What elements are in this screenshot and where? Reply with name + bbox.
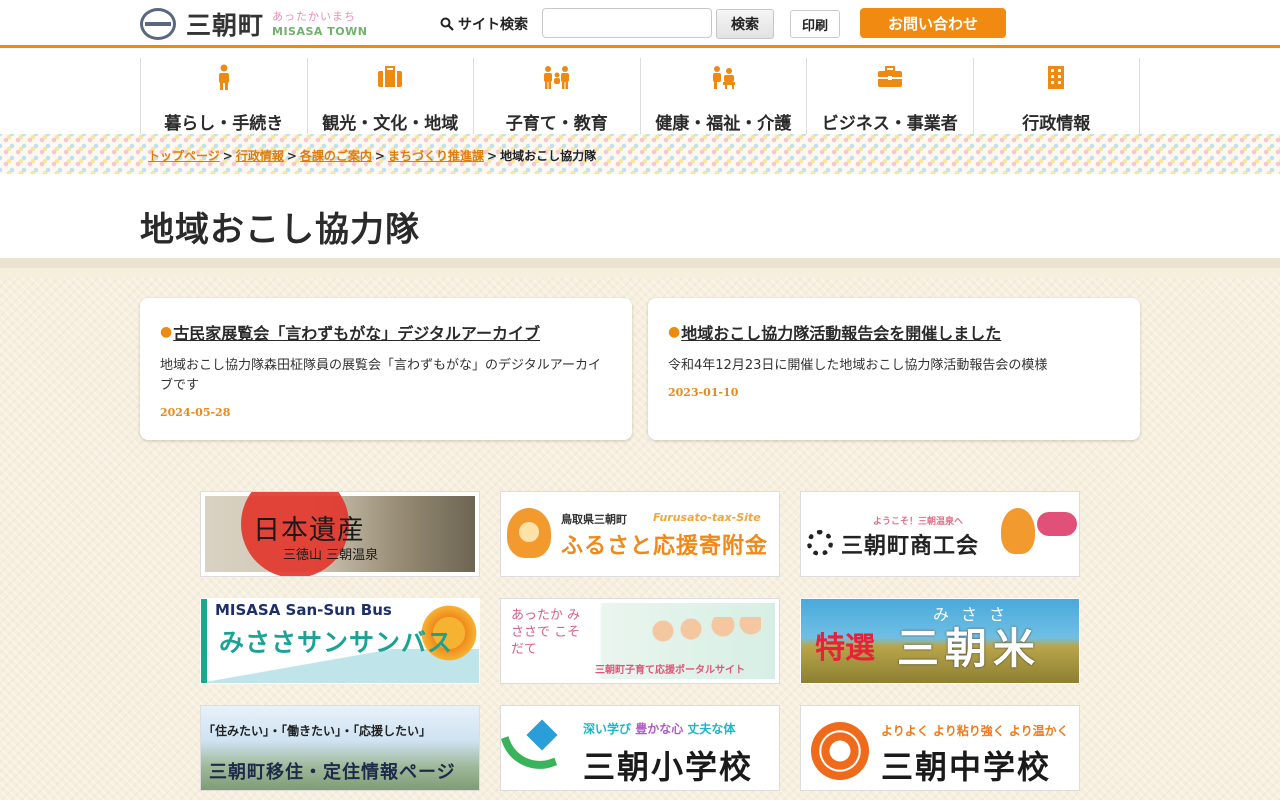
speech-bubble-icon	[1037, 512, 1077, 536]
banner-heritage-title: 日本遺産	[253, 515, 365, 546]
parent-child-icon	[543, 65, 569, 89]
logo-name: 三朝町	[186, 11, 265, 40]
article-card-description: 令和4年12月23日に開催した地域おこし協力隊活動報告会の模様	[668, 358, 1048, 373]
banner-childcare-slogan: あったか みささで こそだて	[511, 608, 581, 657]
banner-furusato-tax[interactable]: 鳥取県三朝町 Furusato-tax-Site ふるさと応援寄附金	[500, 491, 780, 577]
global-nav: 暮らし・手続き 観光・文化・地域 子育て・教育 健康・福祉・介護 ビジネス・事業…	[0, 48, 1280, 134]
care-icon	[713, 65, 736, 89]
nav-item-label: 子育て・教育	[505, 114, 608, 134]
banner-junior-high-school[interactable]: よりよく より粘り強く より温かく 三朝中学校	[800, 705, 1080, 791]
article-card[interactable]: ● 地域おこし協力隊活動報告会を開催しました 令和4年12月23日に開催した地域…	[648, 298, 1140, 440]
logo-tagline-jp: あったかいまち	[272, 10, 357, 23]
banner-commerce-title: 三朝町商工会	[841, 534, 980, 559]
breadcrumb-current: 地域おこし協力隊	[500, 149, 597, 163]
banner-rice-title: 三朝米	[897, 624, 1042, 673]
banner-misasa-rice[interactable]: みささ 特選 三朝米	[800, 598, 1080, 684]
article-card-description: 地域おこし協力隊森田柾隊員の展覧会「言わずもがな」のデジタルアーカイブです	[160, 358, 601, 393]
nav-item-living[interactable]: 暮らし・手続き	[141, 58, 308, 134]
article-card-title[interactable]: ● 地域おこし協力隊活動報告会を開催しました	[668, 320, 1120, 344]
search-input[interactable]	[542, 8, 712, 38]
article-card-date: 2023-01-10	[668, 386, 739, 399]
print-button[interactable]: 印刷	[790, 10, 840, 38]
suitcase-icon	[378, 65, 403, 87]
motto-part: 深い学び	[583, 722, 632, 736]
banner-junior-high-motto: よりよく より粘り強く より温かく	[881, 724, 1069, 738]
accent-stripe	[201, 599, 207, 683]
banner-commerce-welcome: ようこそ！三朝温泉へ	[873, 517, 964, 527]
motto-part: 丈夫な体	[687, 722, 736, 736]
bullet-icon: ●	[160, 324, 173, 340]
breadcrumb-band: トップページ > 行政情報 > 各課のご案内 > まちづくり推進課 > 地域おこし協力隊	[0, 134, 1280, 174]
banner-furusato-town: 鳥取県三朝町	[561, 513, 627, 526]
banner-sansun-bus[interactable]: MISASA San-Sun Bus みささサンサンバス	[200, 598, 480, 684]
search-label-text: サイト検索	[458, 17, 528, 33]
banner-elementary-title: 三朝小学校	[583, 748, 754, 786]
mascot-icon	[507, 508, 551, 558]
banner-heritage-subtitle: 三徳山 三朝温泉	[283, 548, 379, 563]
person-icon	[218, 64, 229, 90]
article-card[interactable]: ● 古民家展覧会「言わずもがな」デジタルアーカイブ 地域おこし協力隊森田柾隊員の…	[140, 298, 632, 440]
briefcase-icon	[877, 65, 902, 87]
nav-item-childcare[interactable]: 子育て・教育	[474, 58, 641, 134]
nav-item-tourism[interactable]: 観光・文化・地域	[308, 58, 474, 134]
nav-item-label: ビジネス・事業者	[821, 114, 958, 134]
banner-chamber-of-commerce[interactable]: ようこそ！三朝温泉へ 三朝町商工会	[800, 491, 1080, 577]
mascot-icon	[1001, 508, 1035, 554]
nav-item-health[interactable]: 健康・福祉・介護	[641, 58, 807, 134]
nav-item-administration[interactable]: 行政情報	[974, 58, 1140, 134]
logo-tagline-en: MISASA TOWN	[272, 25, 368, 38]
banner-childcare-portal[interactable]: あったか みささで こそだて 三朝町子育て応援ポータルサイト	[500, 598, 780, 684]
nav-item-label: 暮らし・手続き	[164, 114, 284, 134]
nav-item-label: 行政情報	[1022, 114, 1091, 134]
banner-furusato-title: ふるさと応援寄附金	[561, 534, 769, 559]
bullet-icon: ●	[668, 324, 681, 340]
breadcrumb-separator: >	[487, 149, 498, 163]
nav-item-label: 観光・文化・地域	[322, 114, 459, 134]
site-logo[interactable]: 三朝町 あったかいまち MISASA TOWN	[140, 6, 367, 42]
search-icon	[440, 17, 454, 31]
banner-furusato-en: Furusato-tax-Site	[653, 511, 761, 524]
logo-tagline: あったかいまち MISASA TOWN	[272, 11, 367, 37]
search-button[interactable]: 検索	[716, 9, 774, 39]
banner-japan-heritage[interactable]: 日本遺産 三徳山 三朝温泉	[200, 491, 480, 577]
family-illustration-icon	[651, 617, 761, 657]
page-title: 地域おこし協力隊	[140, 210, 420, 250]
nav-item-business[interactable]: ビジネス・事業者	[807, 58, 974, 134]
banner-elementary-motto: 深い学び 豊かな心 丈夫な体	[583, 720, 735, 737]
breadcrumb-separator: >	[286, 149, 297, 163]
breadcrumb-separator: >	[222, 149, 233, 163]
article-card-title-text[interactable]: 古民家展覧会「言わずもがな」デジタルアーカイブ	[173, 320, 540, 344]
banner-rice-special: 特選	[815, 631, 875, 666]
banner-migration-slogan: 「住みたい」・「働きたい」・「応援したい」	[203, 724, 432, 738]
banner-bus-title: みささサンサンバス	[219, 628, 454, 657]
banner-elementary-school[interactable]: 深い学び 豊かな心 丈夫な体 三朝小学校	[500, 705, 780, 791]
breadcrumb-separator: >	[374, 149, 385, 163]
page-title-band: 地域おこし協力隊	[0, 174, 1280, 268]
site-header: 三朝町 あったかいまち MISASA TOWN サイト検索 検索 印刷 お問い合…	[0, 0, 1280, 48]
breadcrumb-link[interactable]: 各課のご案内	[300, 149, 372, 163]
search-label: サイト検索	[440, 14, 528, 34]
article-card-title[interactable]: ● 古民家展覧会「言わずもがな」デジタルアーカイブ	[160, 320, 612, 344]
school-emblem-icon	[811, 722, 869, 780]
building-icon	[1048, 65, 1065, 89]
breadcrumb-link[interactable]: 行政情報	[236, 149, 284, 163]
banner-migration-title: 三朝町移住・定住情報ページ	[209, 762, 456, 783]
article-card-title-text[interactable]: 地域おこし協力隊活動報告会を開催しました	[681, 320, 1001, 344]
breadcrumb-link[interactable]: まちづくり推進課	[388, 149, 484, 163]
banner-migration-info[interactable]: 「住みたい」・「働きたい」・「応援したい」 三朝町移住・定住情報ページ	[200, 705, 480, 791]
contact-button[interactable]: お問い合わせ	[860, 8, 1006, 38]
article-card-date: 2024-05-28	[160, 406, 231, 419]
nav-item-label: 健康・福祉・介護	[655, 114, 792, 134]
banner-junior-high-title: 三朝中学校	[881, 748, 1052, 786]
banner-childcare-caption: 三朝町子育て応援ポータルサイト	[595, 665, 745, 676]
breadcrumb-link[interactable]: トップページ	[148, 149, 220, 163]
banner-bus-en: MISASA San-Sun Bus	[215, 601, 392, 619]
town-emblem-icon	[140, 8, 176, 40]
breadcrumb: トップページ > 行政情報 > 各課のご案内 > まちづくり推進課 > 地域おこし協力隊	[148, 147, 596, 164]
gear-icon	[807, 530, 833, 556]
motto-part: 豊かな心	[635, 722, 684, 736]
